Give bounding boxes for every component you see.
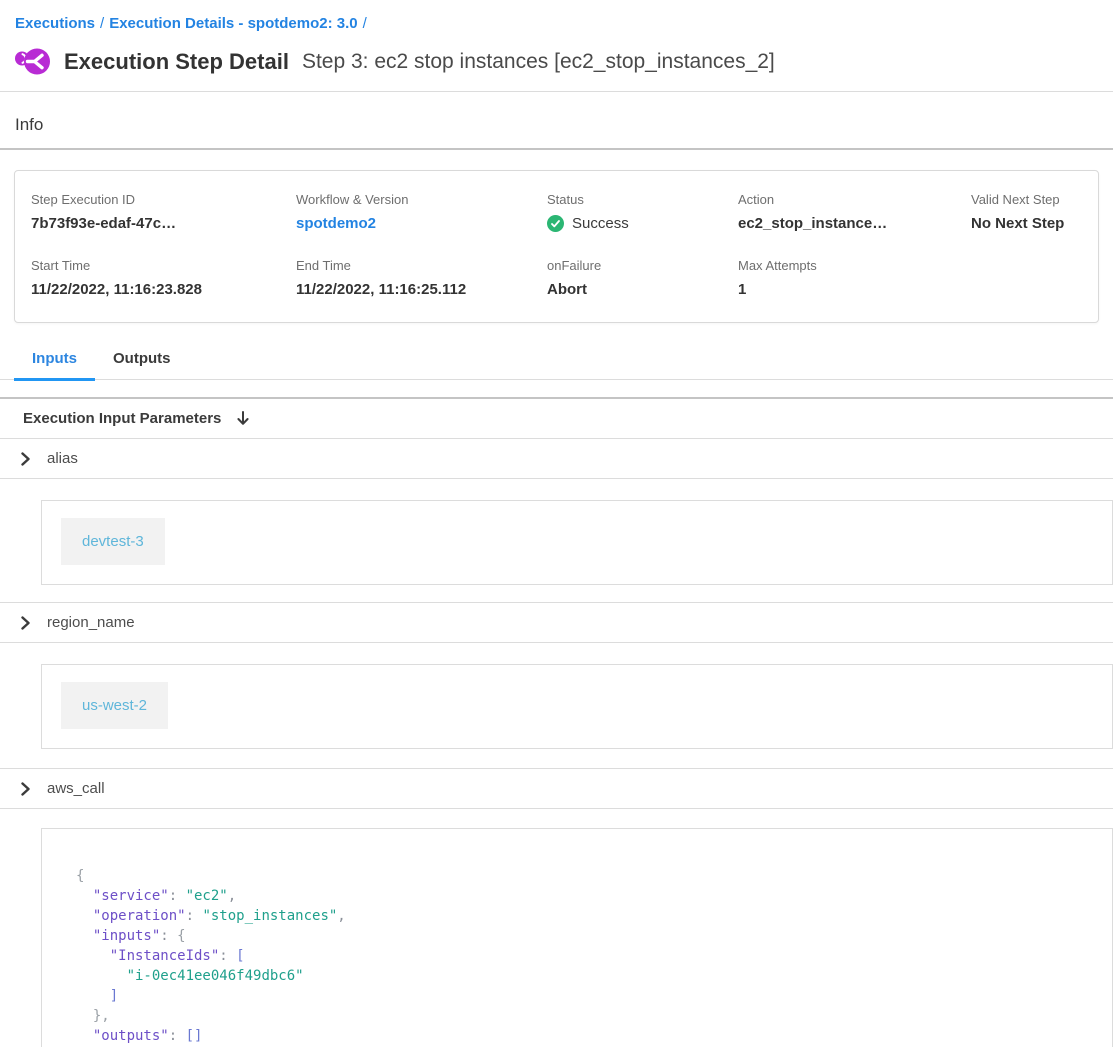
region-name-value-chip: us-west-2 (61, 682, 168, 729)
field-max-attempts: Max Attempts 1 (738, 258, 971, 298)
execution-input-parameters-label: Execution Input Parameters (23, 410, 221, 427)
info-card: Step Execution ID 7b73f93e-edaf-47c… Wor… (14, 170, 1099, 323)
download-arrow-icon[interactable] (236, 411, 250, 427)
field-action: Action ec2_stop_instance… (738, 192, 971, 232)
field-valid-next-step: Valid Next Step No Next Step (971, 192, 1098, 232)
breadcrumb-separator: / (95, 15, 109, 32)
alias-value-box: devtest-3 (41, 500, 1113, 585)
field-label: Max Attempts (738, 258, 971, 273)
spacer (0, 749, 1113, 768)
chevron-right-icon (21, 452, 30, 466)
workflow-logo-icon (14, 46, 51, 77)
page-title: Execution Step Detail (64, 49, 289, 75)
field-status: Status Success (547, 192, 738, 232)
code-block: { "service": "ec2", "operation": "stop_i… (76, 866, 1112, 1047)
field-label: Valid Next Step (971, 192, 1098, 207)
field-value: 11/22/2022, 11:16:25.112 (296, 281, 547, 298)
param-row-divider (0, 642, 1113, 643)
field-onfailure: onFailure Abort (547, 258, 738, 298)
param-name: alias (47, 450, 78, 467)
spacer (0, 585, 1113, 602)
field-value: 7b73f93e-edaf-47c… (31, 215, 296, 232)
tab-outputs[interactable]: Outputs (95, 344, 189, 379)
param-row-divider (0, 808, 1113, 809)
tab-inputs[interactable]: Inputs (14, 344, 95, 379)
field-value: 1 (738, 281, 971, 298)
field-value: 11/22/2022, 11:16:23.828 (31, 281, 296, 298)
breadcrumb: Executions/Execution Details - spotdemo2… (0, 0, 1113, 32)
field-label: Status (547, 192, 738, 207)
param-row-divider (0, 478, 1113, 479)
execution-input-parameters-header: Execution Input Parameters (0, 399, 1113, 438)
field-start-time: Start Time 11/22/2022, 11:16:23.828 (31, 258, 296, 298)
breadcrumb-link-executions[interactable]: Executions (15, 15, 95, 32)
field-value: Abort (547, 281, 738, 298)
field-label: End Time (296, 258, 547, 273)
success-check-icon (547, 215, 564, 232)
param-row-alias[interactable]: alias (0, 439, 1113, 478)
workflow-link[interactable]: spotdemo2 (296, 215, 547, 232)
field-label: Step Execution ID (31, 192, 296, 207)
field-label: onFailure (547, 258, 738, 273)
field-label: Start Time (31, 258, 296, 273)
param-name: region_name (47, 614, 135, 631)
execution-step-detail-page: Executions/Execution Details - spotdemo2… (0, 0, 1113, 1047)
page-subtitle: Step 3: ec2 stop instances [ec2_stop_ins… (302, 50, 775, 74)
field-empty (971, 258, 1098, 298)
info-grid: Step Execution ID 7b73f93e-edaf-47c… Wor… (31, 192, 1098, 298)
spacer (0, 380, 1113, 397)
field-workflow-version: Workflow & Version spotdemo2 (296, 192, 547, 232)
io-tabs: Inputs Outputs (0, 344, 1113, 380)
breadcrumb-separator: / (358, 15, 372, 32)
param-name: aws_call (47, 780, 105, 797)
field-end-time: End Time 11/22/2022, 11:16:25.112 (296, 258, 547, 298)
chevron-right-icon (21, 782, 30, 796)
info-heading-divider (0, 148, 1113, 150)
chevron-right-icon (21, 616, 30, 630)
breadcrumb-link-execution-details[interactable]: Execution Details - spotdemo2: 3.0 (109, 15, 357, 32)
field-step-execution-id: Step Execution ID 7b73f93e-edaf-47c… (31, 192, 296, 232)
info-section-heading: Info (0, 92, 1113, 148)
status-badge: Success (547, 215, 738, 232)
field-label: Workflow & Version (296, 192, 547, 207)
region-name-value-box: us-west-2 (41, 664, 1113, 749)
field-label: Action (738, 192, 971, 207)
aws-call-code-box: { "service": "ec2", "operation": "stop_i… (41, 828, 1113, 1047)
page-title-row: Execution Step Detail Step 3: ec2 stop i… (0, 32, 1113, 78)
field-value: ec2_stop_instance… (738, 215, 971, 232)
param-row-aws-call[interactable]: aws_call (0, 769, 1113, 808)
status-text: Success (572, 215, 629, 232)
param-row-region-name[interactable]: region_name (0, 603, 1113, 642)
alias-value-chip: devtest-3 (61, 518, 165, 565)
field-value: No Next Step (971, 215, 1098, 232)
